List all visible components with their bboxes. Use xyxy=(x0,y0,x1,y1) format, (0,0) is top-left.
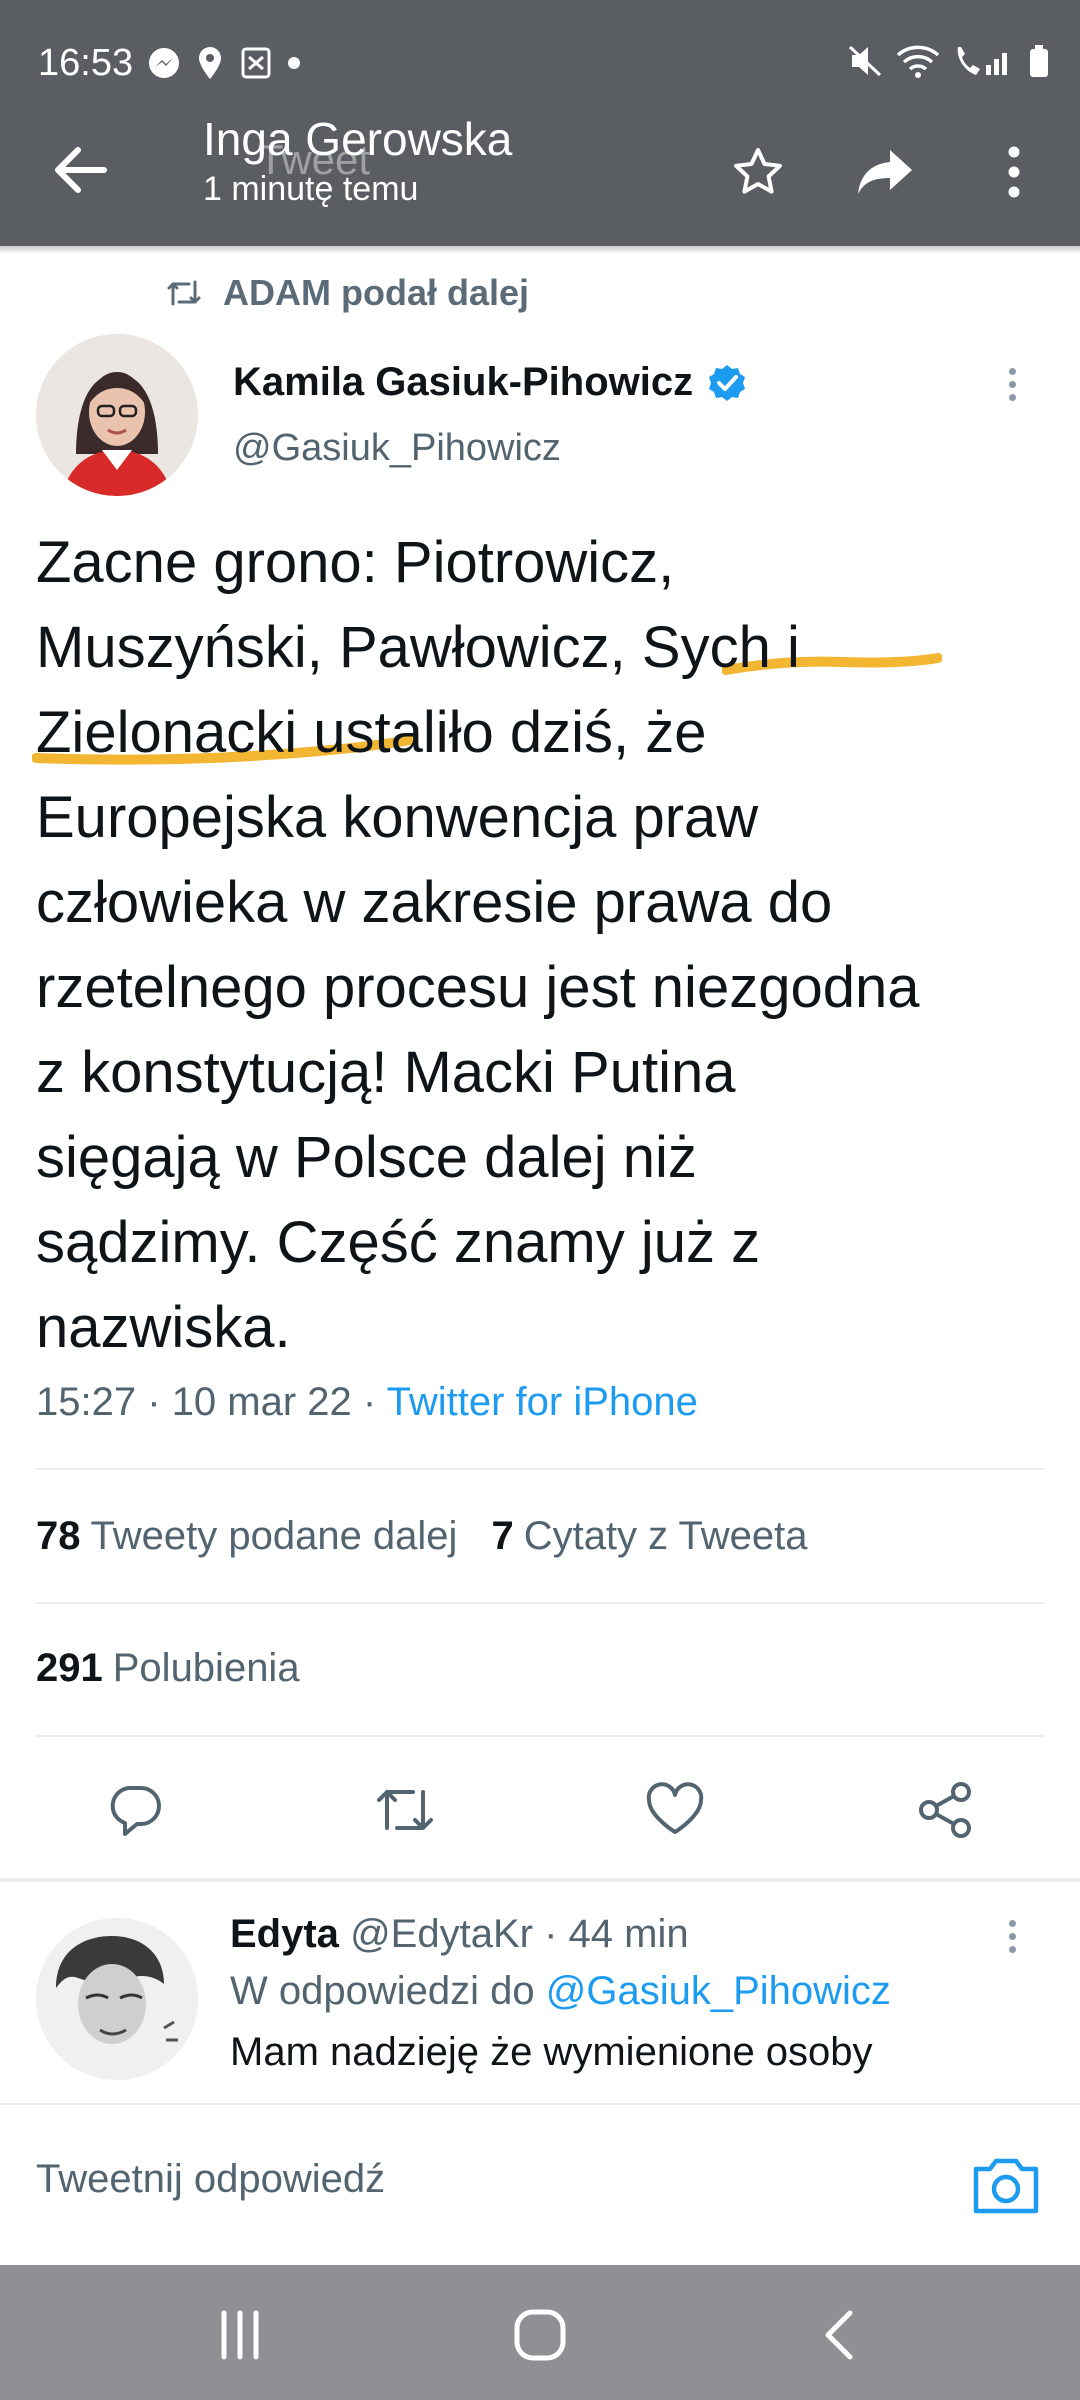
system-nav-bar xyxy=(0,2265,1080,2400)
app-notification-icon xyxy=(239,45,273,81)
retweet-stats: 78 Tweety podane dalej 7 Cytaty z Tweeta xyxy=(36,1514,808,1559)
retweets-count: 78 xyxy=(36,1514,81,1558)
dot-icon xyxy=(1008,381,1016,388)
likes-stats: 291 Polubienia xyxy=(36,1646,300,1691)
mute-icon xyxy=(846,43,884,84)
in-reply-to-handle[interactable]: @Gasiuk_Pihowicz xyxy=(546,1969,891,2013)
author-name: Kamila Gasiuk-Pihowicz xyxy=(233,360,694,404)
forward-button[interactable] xyxy=(842,128,930,216)
reply-input-placeholder[interactable]: Tweetnij odpowiedź xyxy=(36,2157,385,2202)
battery-icon xyxy=(1028,43,1050,84)
retweets-label: Tweety podane dalej xyxy=(90,1514,458,1558)
star-button[interactable] xyxy=(714,128,802,216)
author-avatar[interactable] xyxy=(36,334,198,496)
retweet-icon xyxy=(377,1790,433,1830)
separator: · xyxy=(362,1380,377,1424)
retweet-button[interactable] xyxy=(350,1755,460,1865)
header-shadow xyxy=(0,246,1080,254)
separator: · xyxy=(544,1912,558,1956)
share-arrow-icon xyxy=(858,150,912,194)
retweeted-by-label: ADAM podał dalej xyxy=(223,272,530,313)
chevron-left-icon xyxy=(825,2310,853,2360)
share-button[interactable] xyxy=(890,1755,1000,1865)
call-signal-icon xyxy=(952,43,1016,84)
header-actions xyxy=(714,128,1058,216)
tweet-actions xyxy=(0,1755,1080,1865)
dot-icon xyxy=(1008,1946,1016,1953)
share-icon xyxy=(919,1782,971,1838)
likes-label: Polubienia xyxy=(112,1646,300,1690)
author-handle[interactable]: @Gasiuk_Pihowicz xyxy=(233,427,747,470)
retweet-icon xyxy=(167,280,201,306)
messenger-icon xyxy=(147,46,181,80)
sender-name: Inga Gerowska xyxy=(203,113,513,165)
recent-apps-button[interactable] xyxy=(200,2295,280,2375)
tweet-source[interactable]: Twitter for iPhone xyxy=(387,1380,698,1424)
home-button[interactable] xyxy=(500,2295,580,2375)
tweet-meta: 15:27 · 10 mar 22 · Twitter for iPhone xyxy=(36,1380,698,1425)
app-header: 16:53 Tweet Inga Gerowska 1 minutę temu xyxy=(0,0,1080,246)
vertical-dots-icon xyxy=(1008,146,1020,198)
sent-time: 1 minutę temu xyxy=(203,170,419,208)
tweet-time[interactable]: 15:27 xyxy=(36,1380,136,1424)
dot-icon xyxy=(1008,1933,1016,1940)
verified-badge-icon xyxy=(709,364,746,401)
quotes-stat[interactable]: 7 Cytaty z Tweeta xyxy=(491,1514,807,1559)
dot-icon xyxy=(1008,368,1016,375)
retweet-context[interactable]: ADAM podał dalej xyxy=(165,272,529,314)
home-icon xyxy=(514,2309,566,2361)
reply-avatar[interactable] xyxy=(36,1918,198,2080)
location-icon xyxy=(195,45,225,81)
retweets-stat[interactable]: 78 Tweety podane dalej xyxy=(36,1514,457,1559)
status-bar-right xyxy=(846,40,1050,86)
tweet-date[interactable]: 10 mar 22 xyxy=(172,1380,352,1424)
system-back-button[interactable] xyxy=(800,2295,880,2375)
divider xyxy=(36,1468,1044,1470)
overflow-menu-button[interactable] xyxy=(970,128,1058,216)
in-reply-to: W odpowiedzi do @Gasiuk_Pihowicz xyxy=(230,1969,1030,2014)
separator: · xyxy=(147,1380,161,1424)
dot-icon xyxy=(1008,394,1016,401)
tweet-more-button[interactable] xyxy=(1002,362,1022,407)
status-bar-left: 16:53 xyxy=(38,40,301,86)
reply-author-handle[interactable]: @EdytaKr xyxy=(350,1912,533,1956)
status-time: 16:53 xyxy=(38,41,134,84)
in-reply-to-prefix: W odpowiedzi do xyxy=(230,1969,535,2013)
reply-composer[interactable]: Tweetnij odpowiedź xyxy=(0,2103,1080,2265)
reply-author-name[interactable]: Edyta xyxy=(230,1912,339,1956)
quotes-label: Cytaty z Tweeta xyxy=(523,1514,808,1558)
dot-icon xyxy=(1008,1920,1016,1927)
reply-button[interactable] xyxy=(80,1755,190,1865)
likes-stat[interactable]: 291 Polubienia xyxy=(36,1646,300,1691)
comment-icon xyxy=(110,1786,161,1836)
divider xyxy=(36,1735,1044,1737)
arrow-left-icon xyxy=(55,147,107,193)
quotes-count: 7 xyxy=(491,1514,514,1558)
heart-icon xyxy=(646,1782,704,1834)
more-notifications-dot-icon xyxy=(287,56,301,70)
reply-header: Edyta @EdytaKr · 44 min xyxy=(230,1912,1030,1957)
star-icon xyxy=(734,148,782,194)
reply-more-button[interactable] xyxy=(1002,1914,1022,1959)
divider xyxy=(36,1602,1044,1604)
author-name-row[interactable]: Kamila Gasiuk-Pihowicz xyxy=(233,360,747,405)
author-block: Kamila Gasiuk-Pihowicz @Gasiuk_Pihowicz xyxy=(233,360,747,470)
likes-count: 291 xyxy=(36,1646,103,1690)
recents-icon xyxy=(221,2310,259,2360)
camera-icon[interactable] xyxy=(970,2149,1042,2221)
tweet-text: Zacne grono: Piotrowicz, Muszyński, Pawł… xyxy=(36,530,920,1360)
reply-tweet[interactable]: Edyta @EdytaKr · 44 min W odpowiedzi do … xyxy=(230,1912,1030,2075)
like-button[interactable] xyxy=(620,1755,730,1865)
section-divider xyxy=(0,1878,1080,1882)
back-button[interactable] xyxy=(50,140,110,200)
header-title-group: Tweet Inga Gerowska 1 minutę temu xyxy=(203,112,512,209)
reply-time: 44 min xyxy=(568,1912,689,1956)
wifi-icon xyxy=(896,43,940,84)
reply-text: Mam nadzieję że wymienione osoby xyxy=(230,2030,873,2074)
